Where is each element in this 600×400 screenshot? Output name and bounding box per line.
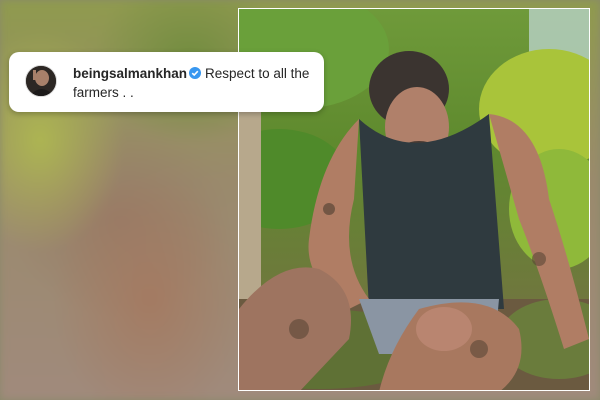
avatar[interactable]	[25, 65, 57, 97]
verified-badge-icon	[189, 67, 202, 79]
avatar-image	[26, 66, 56, 96]
username-link[interactable]: beingsalmankhan	[73, 66, 187, 81]
comment-card: beingsalmankhan Respect to all the farmer…	[9, 52, 324, 112]
comment-text-block: beingsalmankhan Respect to all the farmer…	[73, 64, 318, 102]
